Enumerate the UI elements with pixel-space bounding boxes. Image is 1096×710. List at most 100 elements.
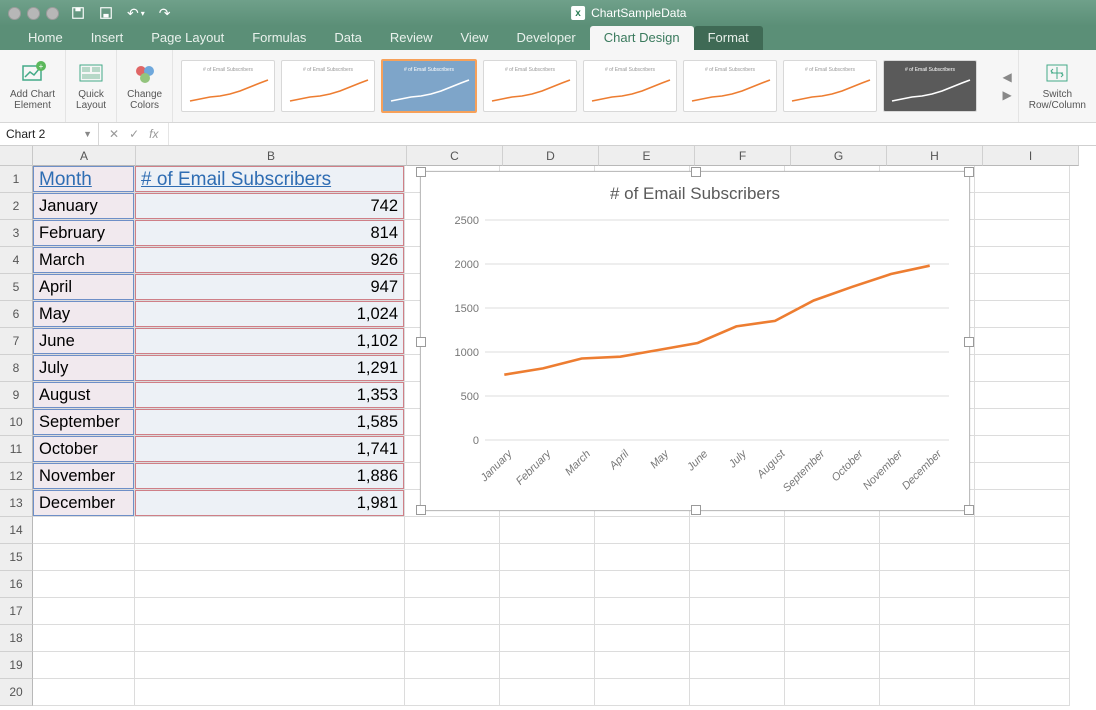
tab-formulas[interactable]: Formulas — [238, 26, 320, 50]
cell-E17[interactable] — [595, 598, 690, 625]
cell-A10[interactable]: September — [33, 409, 135, 436]
tab-chart-design[interactable]: Chart Design — [590, 26, 694, 50]
row-header-8[interactable]: 8 — [0, 355, 33, 382]
chart-style-7[interactable]: # of Email Subscribers — [783, 60, 877, 112]
cell-A4[interactable]: March — [33, 247, 135, 274]
cell-H14[interactable] — [880, 517, 975, 544]
cell-G20[interactable] — [785, 679, 880, 706]
chevron-right-icon[interactable]: ▶ — [1003, 88, 1012, 102]
row-header-2[interactable]: 2 — [0, 193, 33, 220]
cell-C15[interactable] — [405, 544, 500, 571]
cell-B6[interactable]: 1,024 — [135, 301, 405, 328]
cell-I3[interactable] — [975, 220, 1070, 247]
cell-D16[interactable] — [500, 571, 595, 598]
cell-F16[interactable] — [690, 571, 785, 598]
cell-H15[interactable] — [880, 544, 975, 571]
cell-A6[interactable]: May — [33, 301, 135, 328]
redo-icon[interactable]: ↷ — [159, 5, 171, 22]
cell-A9[interactable]: August — [33, 382, 135, 409]
cell-D19[interactable] — [500, 652, 595, 679]
cell-C16[interactable] — [405, 571, 500, 598]
cell-D20[interactable] — [500, 679, 595, 706]
row-header-16[interactable]: 16 — [0, 571, 33, 598]
cell-E20[interactable] — [595, 679, 690, 706]
cell-E16[interactable] — [595, 571, 690, 598]
cell-I19[interactable] — [975, 652, 1070, 679]
row-header-5[interactable]: 5 — [0, 274, 33, 301]
cell-H17[interactable] — [880, 598, 975, 625]
column-header-C[interactable]: C — [407, 146, 503, 166]
cell-I11[interactable] — [975, 436, 1070, 463]
chevron-left-icon[interactable]: ◀ — [1003, 70, 1012, 84]
cell-A11[interactable]: October — [33, 436, 135, 463]
cell-B2[interactable]: 742 — [135, 193, 405, 220]
cell-E15[interactable] — [595, 544, 690, 571]
cell-A16[interactable] — [33, 571, 135, 598]
cell-B11[interactable]: 1,741 — [135, 436, 405, 463]
cell-I18[interactable] — [975, 625, 1070, 652]
cell-F17[interactable] — [690, 598, 785, 625]
cell-B14[interactable] — [135, 517, 405, 544]
cell-D18[interactable] — [500, 625, 595, 652]
cell-I2[interactable] — [975, 193, 1070, 220]
cell-G18[interactable] — [785, 625, 880, 652]
cell-A12[interactable]: November — [33, 463, 135, 490]
cell-B15[interactable] — [135, 544, 405, 571]
cell-I12[interactable] — [975, 463, 1070, 490]
row-header-18[interactable]: 18 — [0, 625, 33, 652]
cell-A5[interactable]: April — [33, 274, 135, 301]
cell-B16[interactable] — [135, 571, 405, 598]
cell-A8[interactable]: July — [33, 355, 135, 382]
cell-G15[interactable] — [785, 544, 880, 571]
cell-F20[interactable] — [690, 679, 785, 706]
chevron-down-icon[interactable]: ▼ — [83, 129, 92, 139]
column-header-G[interactable]: G — [791, 146, 887, 166]
add-chart-element-button[interactable]: + Add Chart Element — [0, 50, 66, 122]
cell-A1[interactable]: Month — [33, 166, 135, 193]
chart-style-4[interactable]: # of Email Subscribers — [483, 60, 577, 112]
cell-C17[interactable] — [405, 598, 500, 625]
cell-F15[interactable] — [690, 544, 785, 571]
row-header-19[interactable]: 19 — [0, 652, 33, 679]
cell-G14[interactable] — [785, 517, 880, 544]
cell-C20[interactable] — [405, 679, 500, 706]
cell-I13[interactable] — [975, 490, 1070, 517]
column-header-D[interactable]: D — [503, 146, 599, 166]
cell-F19[interactable] — [690, 652, 785, 679]
cell-H20[interactable] — [880, 679, 975, 706]
save-icon[interactable] — [71, 6, 85, 20]
column-header-I[interactable]: I — [983, 146, 1079, 166]
cell-G16[interactable] — [785, 571, 880, 598]
row-header-12[interactable]: 12 — [0, 463, 33, 490]
tab-developer[interactable]: Developer — [502, 26, 589, 50]
chart-style-6[interactable]: # of Email Subscribers — [683, 60, 777, 112]
window-controls[interactable] — [8, 7, 59, 20]
cell-I8[interactable] — [975, 355, 1070, 382]
column-header-E[interactable]: E — [599, 146, 695, 166]
cell-E19[interactable] — [595, 652, 690, 679]
cell-E18[interactable] — [595, 625, 690, 652]
confirm-formula-icon[interactable]: ✓ — [129, 127, 139, 141]
cell-B17[interactable] — [135, 598, 405, 625]
column-header-H[interactable]: H — [887, 146, 983, 166]
row-header-10[interactable]: 10 — [0, 409, 33, 436]
tab-format[interactable]: Format — [694, 26, 763, 50]
switch-row-column-button[interactable]: Switch Row/Column — [1018, 50, 1096, 122]
row-header-17[interactable]: 17 — [0, 598, 33, 625]
tab-page-layout[interactable]: Page Layout — [137, 26, 238, 50]
tab-home[interactable]: Home — [14, 26, 77, 50]
save-alt-icon[interactable] — [99, 6, 113, 20]
cell-D14[interactable] — [500, 517, 595, 544]
tab-review[interactable]: Review — [376, 26, 447, 50]
chart-style-8[interactable]: # of Email Subscribers — [883, 60, 977, 112]
cell-E14[interactable] — [595, 517, 690, 544]
quick-layout-button[interactable]: Quick Layout — [66, 50, 117, 122]
cell-D17[interactable] — [500, 598, 595, 625]
chart-style-1[interactable]: # of Email Subscribers — [181, 60, 275, 112]
cell-I16[interactable] — [975, 571, 1070, 598]
cell-G19[interactable] — [785, 652, 880, 679]
cell-I7[interactable] — [975, 328, 1070, 355]
cell-B20[interactable] — [135, 679, 405, 706]
chart-styles-nav[interactable]: ◀ ▶ — [997, 50, 1018, 122]
cell-A13[interactable]: December — [33, 490, 135, 517]
